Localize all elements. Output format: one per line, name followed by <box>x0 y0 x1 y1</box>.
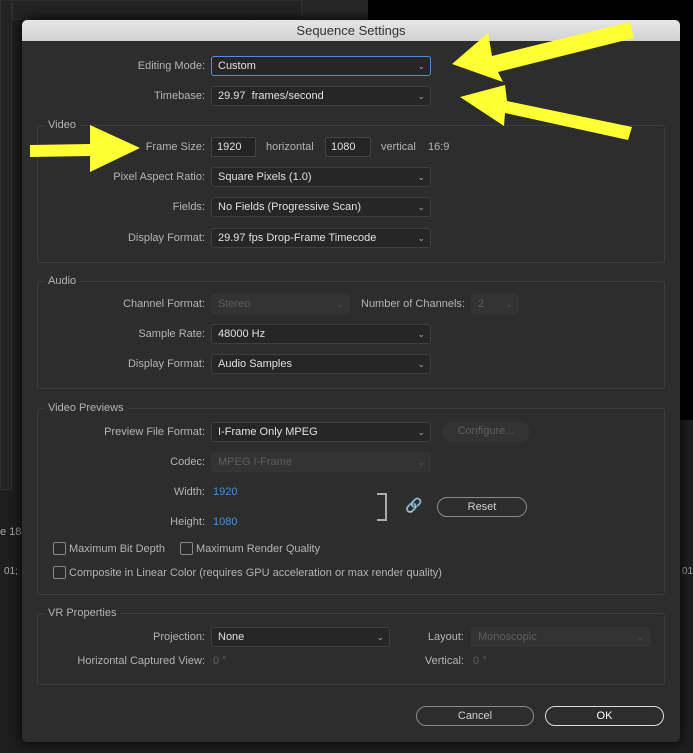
annotation-arrows <box>30 22 634 172</box>
annotation-arrow-frame-size <box>30 125 140 172</box>
annotation-arrow-timebase <box>460 85 632 140</box>
annotation-arrow-editing-mode <box>452 22 634 82</box>
